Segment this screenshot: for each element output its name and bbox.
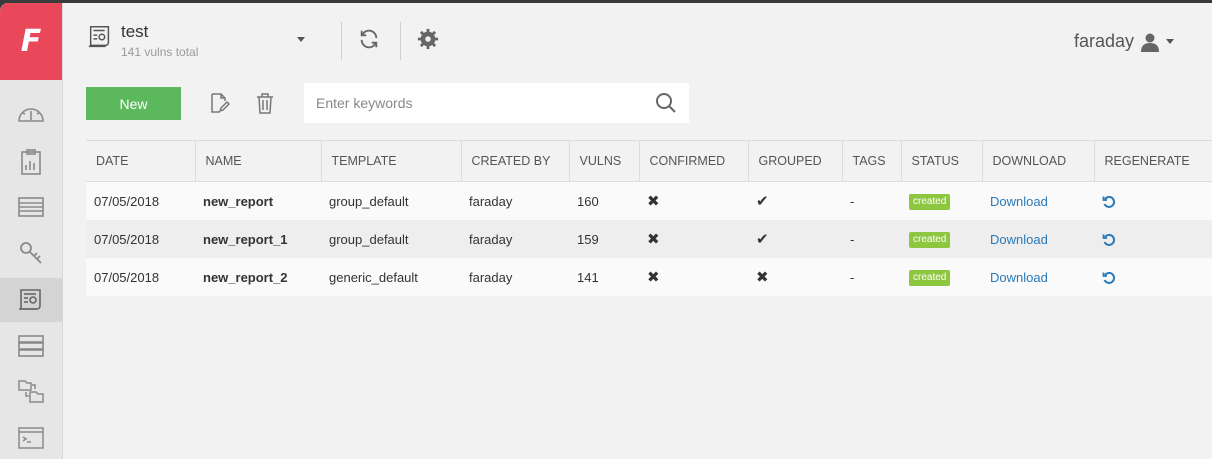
sidebar-item-dashboard[interactable] — [0, 92, 62, 136]
search-box — [304, 83, 689, 123]
cell-tags: - — [842, 220, 901, 258]
column-header-vulns[interactable]: VULNS — [569, 140, 640, 182]
table-row[interactable]: 07/05/2018 new_report group_default fara… — [86, 181, 1212, 220]
cell-date: 07/05/2018 — [86, 258, 195, 296]
column-header-grouped[interactable]: GROUPED — [748, 140, 843, 182]
column-header-regenerate[interactable]: REGENERATE — [1094, 140, 1212, 182]
list-icon — [18, 197, 44, 217]
cell-name: new_report — [195, 181, 321, 220]
hosts-icon — [18, 335, 44, 357]
workspace-name[interactable]: test — [121, 22, 148, 42]
cell-template: group_default — [321, 181, 461, 220]
column-header-template[interactable]: TEMPLATE — [321, 140, 462, 182]
app-window: F test 141 vulns total faraday New Enter… — [0, 3, 1212, 459]
cell-name: new_report_2 — [195, 258, 321, 296]
cell-created-by: faraday — [461, 181, 569, 220]
logo-letter: F — [20, 24, 42, 59]
download-link[interactable]: Download — [990, 232, 1048, 247]
trash-icon[interactable] — [255, 92, 275, 114]
user-name: faraday — [1073, 31, 1134, 51]
cell-status: created — [901, 258, 982, 296]
grouped-no-icon: ✖ — [748, 258, 842, 296]
faraday-logo[interactable]: F — [0, 3, 62, 80]
cell-created-by: faraday — [461, 220, 569, 258]
refresh-icon[interactable] — [358, 28, 380, 50]
table-row[interactable]: 07/05/2018 new_report_1 group_default fa… — [86, 220, 1212, 258]
sidebar-item-reports[interactable] — [0, 278, 62, 322]
new-report-button[interactable]: New — [86, 87, 181, 120]
user-caret-icon — [1166, 39, 1174, 44]
edit-icon[interactable] — [208, 92, 230, 114]
regenerate-icon[interactable] — [1102, 195, 1116, 209]
cell-template: generic_default — [321, 258, 461, 296]
sidebar: F — [0, 3, 63, 459]
confirmed-no-icon: ✖ — [639, 220, 748, 258]
cell-status: created — [901, 220, 982, 258]
status-badge: created — [909, 270, 951, 286]
cell-regenerate — [1094, 220, 1212, 258]
grouped-yes-icon: ✔ — [748, 181, 842, 220]
sidebar-item-hosts[interactable] — [0, 324, 62, 368]
user-menu[interactable]: faraday — [1074, 31, 1174, 52]
cell-regenerate — [1094, 258, 1212, 296]
clipboard-icon — [21, 149, 41, 175]
download-link[interactable]: Download — [990, 270, 1048, 285]
regenerate-icon[interactable] — [1102, 271, 1116, 285]
sidebar-item-credentials[interactable] — [0, 231, 62, 275]
table-header-row: DATE NAME TEMPLATE CREATED BY VULNS CONF… — [86, 140, 1212, 182]
grouped-yes-icon: ✔ — [748, 220, 842, 258]
cell-status: created — [901, 181, 982, 220]
workspace-vulns-count: 141 vulns total — [121, 45, 199, 59]
divider — [400, 22, 401, 60]
report-icon — [19, 289, 41, 310]
terminal-icon — [18, 427, 44, 449]
workspace-dropdown-caret-icon[interactable] — [297, 37, 305, 42]
cell-tags: - — [842, 181, 901, 220]
status-badge: created — [909, 194, 951, 210]
cell-vulns: 159 — [569, 220, 639, 258]
column-header-download[interactable]: DOWNLOAD — [982, 140, 1095, 182]
cell-template: group_default — [321, 220, 461, 258]
top-bar: test 141 vulns total faraday — [62, 3, 1212, 75]
cell-created-by: faraday — [461, 258, 569, 296]
cell-download: Download — [982, 220, 1094, 258]
confirmed-no-icon: ✖ — [639, 181, 748, 220]
column-header-tags[interactable]: TAGS — [842, 140, 902, 182]
cell-tags: - — [842, 258, 901, 296]
download-link[interactable]: Download — [990, 194, 1048, 209]
confirmed-no-icon: ✖ — [639, 258, 748, 296]
sidebar-item-workspaces[interactable] — [0, 369, 62, 413]
dashboard-icon — [18, 108, 44, 122]
column-header-status[interactable]: STATUS — [901, 140, 983, 182]
sidebar-item-vulns-list[interactable] — [0, 185, 62, 229]
table-row[interactable]: 07/05/2018 new_report_2 generic_default … — [86, 258, 1212, 296]
user-icon — [1141, 33, 1159, 52]
keys-icon — [20, 242, 42, 264]
regenerate-icon[interactable] — [1102, 233, 1116, 247]
cell-download: Download — [982, 258, 1094, 296]
cell-date: 07/05/2018 — [86, 220, 195, 258]
column-header-confirmed[interactable]: CONFIRMED — [639, 140, 749, 182]
cell-date: 07/05/2018 — [86, 181, 195, 220]
cell-vulns: 160 — [569, 181, 639, 220]
divider — [341, 22, 342, 60]
workspace-report-icon — [88, 25, 110, 48]
column-header-date[interactable]: DATE — [86, 140, 196, 182]
cell-download: Download — [982, 181, 1094, 220]
workspaces-icon — [18, 380, 44, 403]
gear-icon[interactable] — [417, 28, 439, 50]
reports-table: DATE NAME TEMPLATE CREATED BY VULNS CONF… — [86, 140, 1212, 296]
cell-name: new_report_1 — [195, 220, 321, 258]
search-icon[interactable] — [655, 92, 677, 114]
status-badge: created — [909, 232, 951, 248]
sidebar-item-console[interactable] — [0, 416, 62, 459]
column-header-name[interactable]: NAME — [195, 140, 322, 182]
search-input[interactable] — [304, 83, 655, 123]
column-header-created-by[interactable]: CREATED BY — [461, 140, 570, 182]
cell-regenerate — [1094, 181, 1212, 220]
cell-vulns: 141 — [569, 258, 639, 296]
sidebar-item-status-report[interactable] — [0, 140, 62, 184]
